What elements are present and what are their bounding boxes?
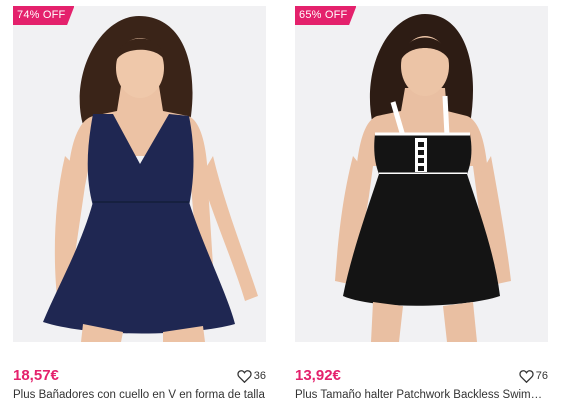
product-image[interactable]: 74% OFF [13,6,266,342]
wishlist-button[interactable]: 76 [519,367,548,385]
product-card[interactable]: 65% OFF 13,92€ 76 Plus Tamaño halter Pat… [295,6,548,404]
price-row: 13,92€ 76 [295,366,548,386]
discount-badge: 65% OFF [295,6,357,25]
discount-badge: 74% OFF [13,6,75,25]
wishlist-button[interactable]: 36 [237,367,266,385]
product-card[interactable]: 74% OFF 18,57€ 36 Plus Bañadores con cue… [13,6,266,404]
product-title[interactable]: Plus Tamaño halter Patchwork Backless Sw… [295,387,548,403]
like-count: 76 [535,370,548,382]
product-price: 13,92€ [295,367,341,384]
product-image[interactable]: 65% OFF [295,6,548,342]
like-count: 36 [253,370,266,382]
price-row: 18,57€ 36 [13,366,266,386]
heart-outline-icon[interactable] [519,369,534,383]
heart-outline-icon[interactable] [237,369,252,383]
product-title[interactable]: Plus Bañadores con cuello en V en forma … [13,387,266,403]
product-price: 18,57€ [13,367,59,384]
